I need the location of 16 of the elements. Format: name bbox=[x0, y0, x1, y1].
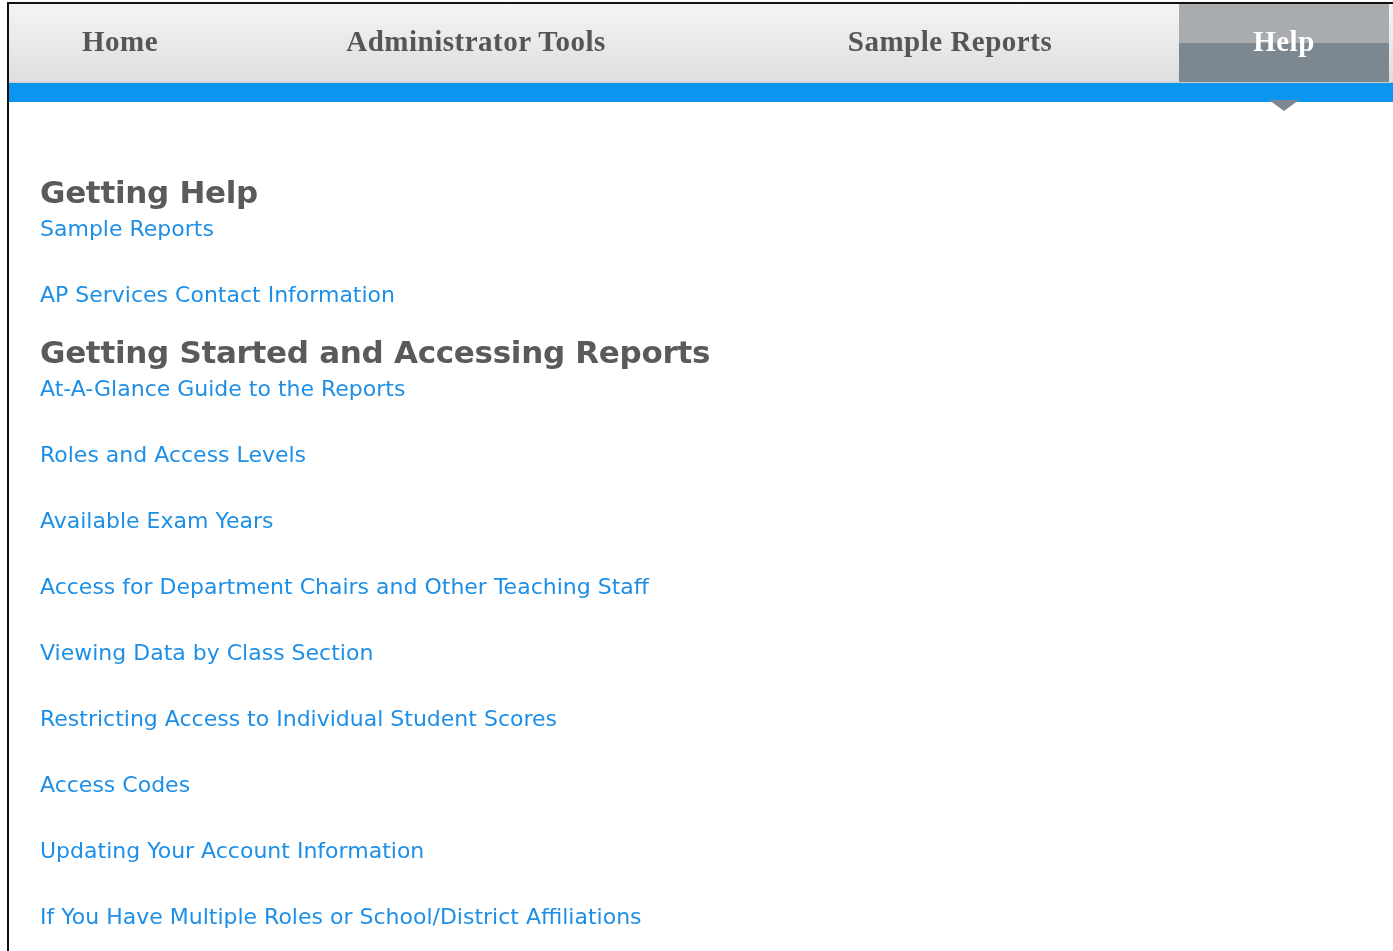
nav-tab[interactable]: Administrator Tools bbox=[231, 4, 721, 82]
help-link[interactable]: Access for Department Chairs and Other Teaching Staff bbox=[40, 572, 649, 602]
help-link[interactable]: Roles and Access Levels bbox=[40, 440, 307, 470]
help-link[interactable]: Available Exam Years bbox=[40, 506, 274, 536]
help-link[interactable]: Sample Reports bbox=[40, 214, 214, 244]
help-link[interactable]: Restricting Access to Individual Student Scores bbox=[40, 704, 557, 734]
help-link[interactable]: If You Have Multiple Roles or School/District Affiliations bbox=[40, 902, 642, 932]
section-heading: Getting Started and Accessing Reports bbox=[40, 334, 712, 370]
help-link[interactable]: Updating Your Account Information bbox=[40, 836, 425, 866]
help-link[interactable]: AP Services Contact Information bbox=[40, 280, 395, 310]
nav-tab[interactable]: Home bbox=[9, 4, 231, 82]
nav-tab[interactable]: Sample Reports bbox=[721, 4, 1179, 82]
help-link[interactable]: At-A-Glance Guide to the Reports bbox=[40, 374, 406, 404]
help-link[interactable]: Viewing Data by Class Section bbox=[40, 638, 374, 668]
help-link[interactable]: Access Codes bbox=[40, 770, 191, 800]
section-heading: Getting Help bbox=[40, 174, 259, 210]
